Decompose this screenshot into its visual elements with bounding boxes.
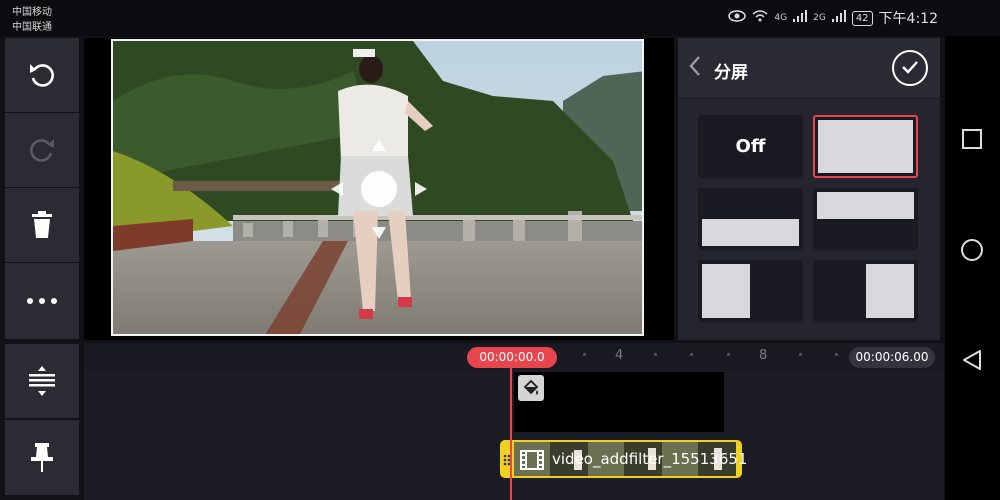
network-type-2: 2G: [813, 13, 826, 23]
clock: 下午4:12: [878, 11, 938, 27]
pin-icon: [31, 442, 53, 473]
transform-handle: [361, 171, 397, 207]
split-option-top[interactable]: [813, 188, 918, 250]
confirm-button[interactable]: [892, 50, 928, 86]
paint-bucket-icon: [518, 375, 544, 401]
ruler-tick: [835, 353, 838, 356]
current-time-badge: 00:00:00.0: [467, 347, 557, 368]
ruler-label-8: 8: [759, 348, 768, 363]
undo-button[interactable]: [5, 38, 79, 112]
more-icon: [26, 297, 58, 305]
ruler-tick: [690, 353, 693, 356]
check-icon: [901, 59, 919, 78]
carrier-1: 中国移动: [12, 7, 52, 18]
timeline-expand-button[interactable]: [5, 344, 79, 418]
playhead[interactable]: [510, 360, 512, 500]
panel-title: 分屏: [714, 63, 748, 83]
split-option-right[interactable]: [813, 260, 918, 322]
back-icon[interactable]: [962, 349, 982, 375]
back-chevron-icon[interactable]: [688, 55, 702, 83]
carrier-2: 中国联通: [12, 22, 52, 33]
video-frame-image: [113, 41, 642, 334]
undo-icon: [27, 60, 57, 90]
split-off-label: Off: [735, 136, 766, 157]
status-icons: 4G 2G 42 下午4:12: [728, 8, 938, 28]
system-nav-bar: [945, 36, 1000, 500]
trash-icon: [30, 211, 54, 239]
effect-layer-track[interactable]: [514, 372, 724, 432]
split-option-bottom[interactable]: [698, 188, 803, 250]
redo-button[interactable]: [5, 113, 79, 187]
more-button[interactable]: [5, 263, 79, 339]
eye-icon: [728, 10, 747, 26]
split-option-full[interactable]: [813, 115, 918, 178]
video-preview[interactable]: [111, 39, 644, 336]
clip-name: video_addfilter_15513651: [552, 450, 748, 468]
network-type-1: 4G: [774, 13, 788, 23]
film-icon: [520, 450, 544, 474]
total-duration-badge: 00:00:06.00: [849, 347, 935, 368]
ruler-tick: [654, 353, 657, 356]
ruler-tick: [727, 353, 730, 356]
recent-apps-icon[interactable]: [962, 129, 982, 153]
split-option-left[interactable]: [698, 260, 803, 322]
home-icon[interactable]: [961, 239, 983, 265]
pin-button[interactable]: [5, 420, 79, 495]
ruler-tick: [799, 353, 802, 356]
battery-icon: 42: [851, 10, 873, 26]
redo-icon: [27, 135, 57, 165]
ruler-tick: [583, 353, 586, 356]
wifi-icon: [752, 10, 768, 26]
delete-button[interactable]: [5, 188, 79, 262]
ruler-label-4: 4: [615, 348, 624, 363]
expand-icon: [28, 366, 56, 396]
split-option-off[interactable]: Off: [698, 115, 803, 178]
signal-icon: [793, 10, 808, 26]
signal-icon: [831, 10, 846, 26]
